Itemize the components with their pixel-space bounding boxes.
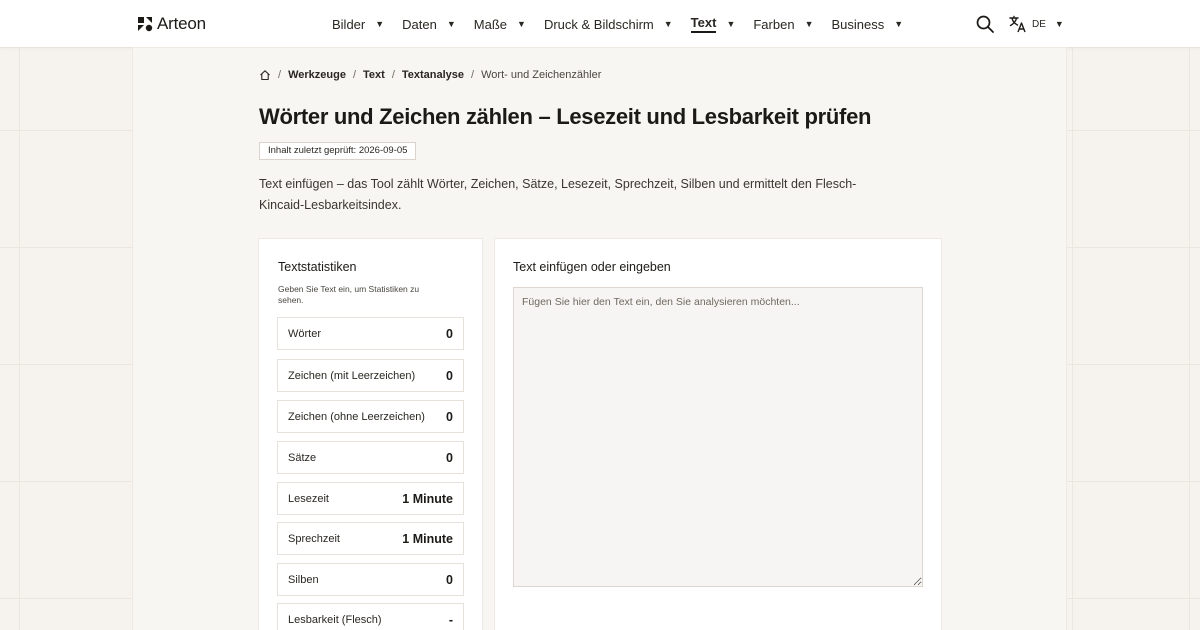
nav-item-business[interactable]: Business ▼: [831, 0, 903, 48]
language-code: DE: [1032, 18, 1046, 30]
breadcrumb-separator: /: [352, 69, 356, 81]
chevron-down-icon: ▼: [375, 19, 385, 29]
page-title: Wörter und Zeichen zählen – Lesezeit und…: [259, 104, 872, 129]
chevron-down-icon: ▼: [663, 19, 673, 29]
breadcrumb-separator: /: [278, 69, 282, 81]
stat-label: Zeichen (ohne Leerzeichen): [288, 410, 425, 423]
text-input-card: Text einfügen oder eingeben: [495, 239, 941, 630]
home-icon[interactable]: [259, 69, 271, 81]
chevron-down-icon: ▼: [726, 19, 736, 29]
chevron-down-icon: ▼: [446, 19, 456, 29]
stat-label: Silben: [288, 573, 319, 586]
reviewed-date-badge: Inhalt zuletzt geprüft: 2026-09-05: [259, 142, 417, 160]
search-icon: [976, 15, 994, 33]
breadcrumb-current: Wort- und Zeichenzähler: [481, 69, 602, 81]
nav-item-druck-bildschirm[interactable]: Druck & Bildschirm ▼: [544, 0, 673, 48]
stat-row-readability: Lesbarkeit (Flesch) -: [277, 603, 464, 630]
stat-row-speaking-time: Sprechzeit 1 Minute: [277, 522, 464, 555]
translate-icon: [1009, 15, 1026, 33]
brand-logo[interactable]: Arteon: [137, 14, 206, 34]
chevron-down-icon: ▼: [517, 19, 526, 29]
top-navigation-bar: Arteon Bilder ▼ Daten ▼ Maße ▼ Druck & B…: [0, 0, 1200, 48]
chevron-down-icon: ▼: [804, 19, 814, 29]
stat-value: 0: [446, 450, 453, 465]
stat-label: Lesbarkeit (Flesch): [288, 613, 382, 626]
nav-item-label: Farben: [753, 16, 795, 32]
chevron-down-icon: ▼: [1054, 19, 1064, 29]
stat-row-reading-time: Lesezeit 1 Minute: [277, 482, 464, 515]
nav-item-masse[interactable]: Maße ▼: [474, 0, 526, 48]
main-nav: Bilder ▼ Daten ▼ Maße ▼ Druck & Bildschi…: [332, 0, 921, 48]
stats-hint: Geben Sie Text ein, um Statistiken zu se…: [278, 284, 420, 305]
stat-label: Lesezeit: [288, 492, 329, 505]
nav-item-daten[interactable]: Daten ▼: [402, 0, 456, 48]
breadcrumb-item-textanalyse[interactable]: Textanalyse: [402, 69, 464, 81]
nav-item-label: Maße: [473, 16, 508, 32]
breadcrumb-item-werkzeuge[interactable]: Werkzeuge: [288, 69, 346, 81]
text-input-area[interactable]: [513, 287, 923, 587]
stat-value: -: [448, 612, 453, 627]
chevron-down-icon: ▼: [894, 19, 904, 29]
arteon-logo-icon: [138, 17, 153, 32]
nav-item-label: Text: [690, 15, 717, 33]
stat-value: 0: [446, 572, 453, 587]
stat-value: 0: [446, 368, 453, 383]
stats-title: Textstatistiken: [278, 260, 357, 274]
nav-item-label: Business: [831, 16, 885, 32]
stat-label: Wörter: [288, 327, 321, 340]
breadcrumb-separator: /: [391, 69, 395, 81]
stat-row-syllables: Silben 0: [277, 563, 464, 596]
nav-item-label: Druck & Bildschirm: [543, 16, 654, 32]
stat-value: 1 Minute: [402, 531, 453, 546]
text-statistics-card: Textstatistiken Geben Sie Text ein, um S…: [259, 239, 482, 630]
stat-value: 1 Minute: [402, 491, 453, 506]
stat-row-chars-without-spaces: Zeichen (ohne Leerzeichen) 0: [277, 400, 464, 433]
nav-item-label: Daten: [402, 16, 437, 32]
page-intro: Text einfügen – das Tool zählt Wörter, Z…: [259, 177, 857, 212]
input-title: Text einfügen oder eingeben: [513, 260, 671, 274]
brand-name: Arteon: [157, 14, 206, 33]
nav-item-label: Bilder: [332, 16, 366, 32]
stat-value: 0: [446, 409, 453, 424]
nav-item-farben[interactable]: Farben ▼: [753, 0, 813, 48]
breadcrumb-item-text[interactable]: Text: [363, 69, 385, 81]
stat-value: 0: [446, 326, 453, 341]
stat-row-chars-with-spaces: Zeichen (mit Leerzeichen) 0: [277, 359, 464, 392]
stat-label: Zeichen (mit Leerzeichen): [288, 369, 416, 382]
breadcrumb: / Werkzeuge / Text / Textanalyse / Wort-…: [259, 69, 601, 81]
search-button[interactable]: [975, 14, 995, 34]
nav-item-bilder[interactable]: Bilder ▼: [332, 0, 384, 48]
stat-label: Sprechzeit: [288, 532, 340, 545]
language-switcher[interactable]: DE ▼: [1009, 14, 1064, 34]
stat-row-words: Wörter 0: [277, 317, 464, 350]
nav-item-text[interactable]: Text ▼: [690, 0, 736, 48]
breadcrumb-separator: /: [471, 69, 475, 81]
stat-row-sentences: Sätze 0: [277, 441, 464, 474]
stat-label: Sätze: [288, 451, 317, 464]
